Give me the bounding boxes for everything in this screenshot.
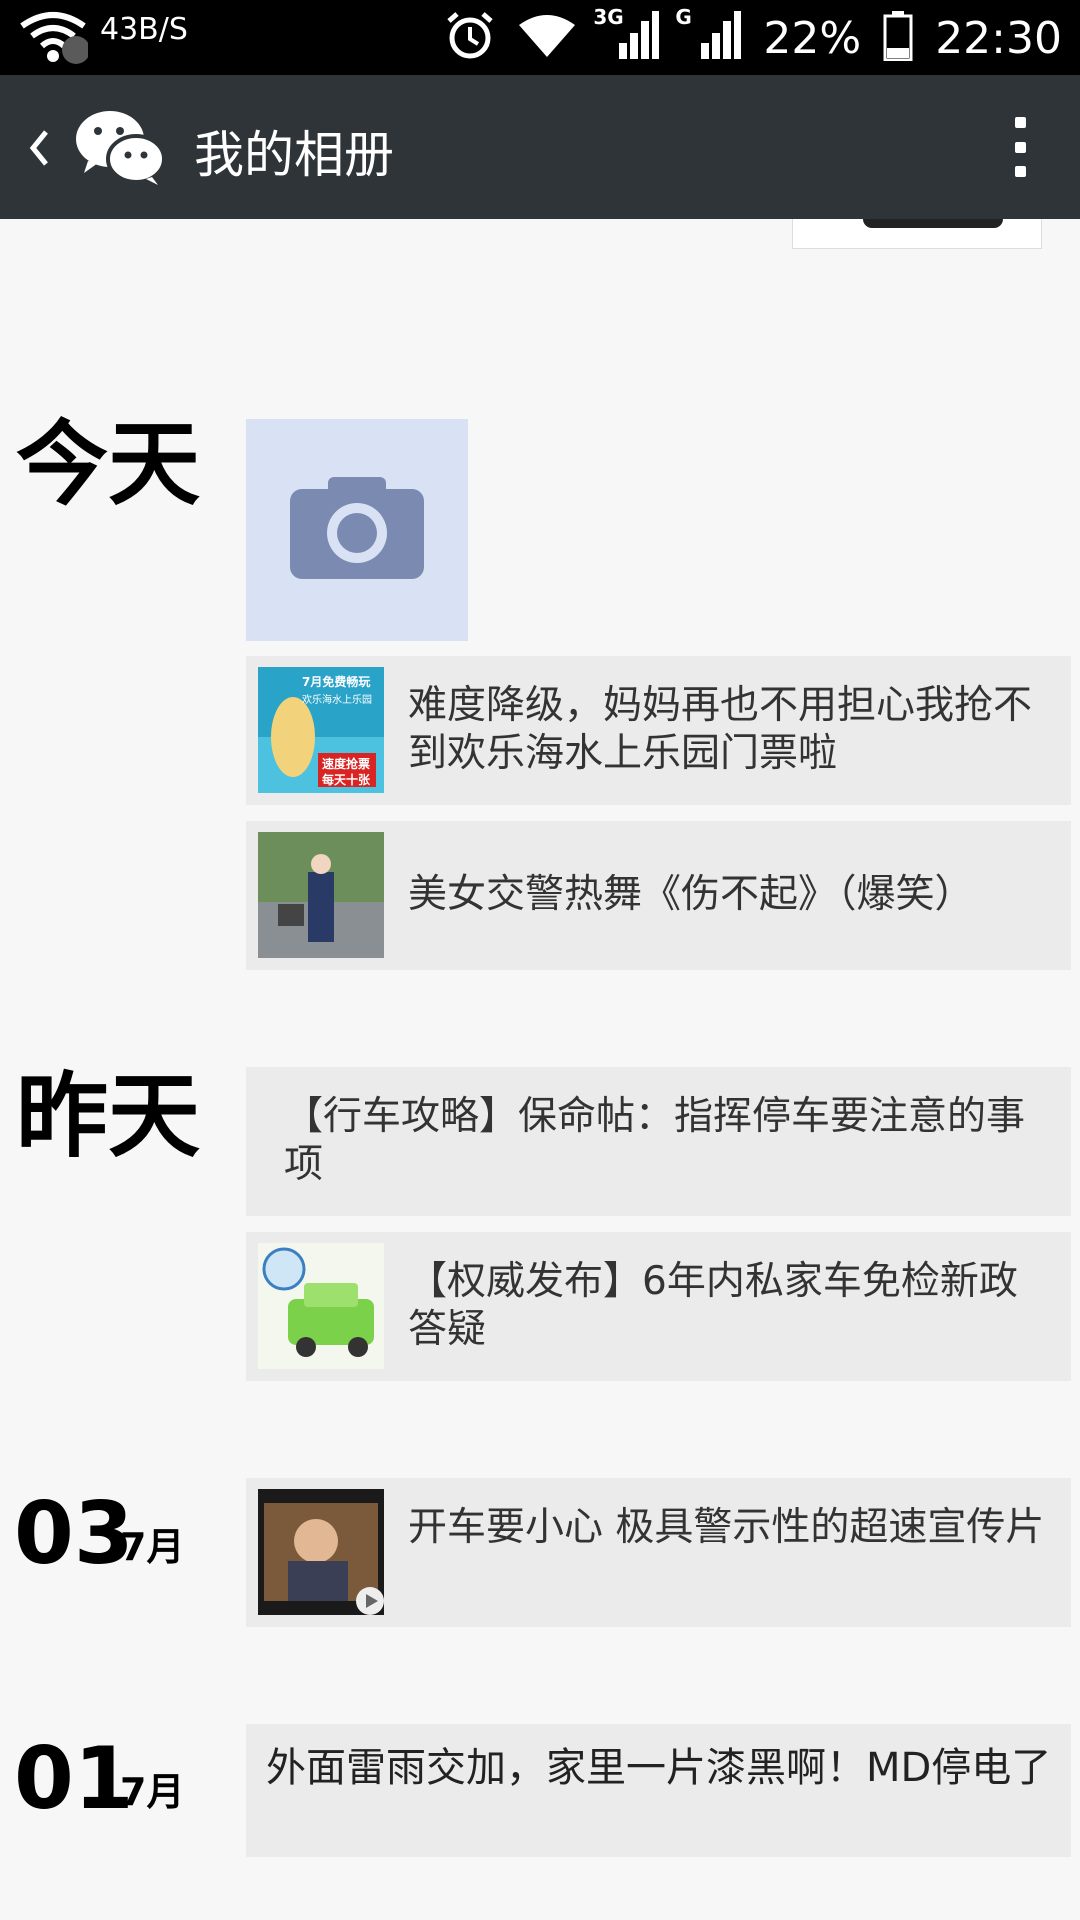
add-photo-button[interactable]	[246, 419, 468, 641]
video-thumbnail	[258, 1489, 384, 1615]
list-item[interactable]: 【权威发布】6年内私家车免检新政答疑	[246, 1232, 1071, 1381]
article-title: 【行车攻略】保命帖：指挥停车要注意的事项	[284, 1094, 1026, 1187]
app-bar: 我的相册	[0, 75, 1080, 219]
date-label-month: 7月	[120, 1770, 185, 1814]
article-thumbnail	[258, 1243, 384, 1369]
article-title: 开车要小心 极具警示性的超速宣传片	[408, 1505, 1045, 1550]
promo-line-4: 每天十张	[322, 773, 371, 787]
album-feed[interactable]: 今天 7月免费畅玩 欢乐海水上乐园 速度抢票 每天十张 难度降级，妈妈再也不用担…	[0, 219, 1080, 1920]
date-label-today: 今天	[16, 411, 201, 518]
article-title: 【权威发布】6年内私家车免检新政答疑	[408, 1259, 1018, 1352]
promo-line-2: 欢乐海水上乐园	[302, 695, 372, 706]
net-3g-label: 3G	[593, 5, 624, 29]
signal-icon-2: G	[675, 5, 742, 65]
net-speed: 43B/S	[100, 12, 188, 47]
back-icon[interactable]	[24, 113, 54, 183]
net-g-label: G	[675, 5, 692, 29]
alarm-icon	[445, 11, 495, 65]
article-thumbnail: 7月免费畅玩 欢乐海水上乐园 速度抢票 每天十张	[258, 667, 384, 793]
battery-icon	[883, 11, 913, 65]
status-text: 外面雷雨交加，家里一片漆黑啊！MD停电了	[266, 1745, 1052, 1791]
camera-icon	[290, 477, 424, 583]
wechat-logo-icon[interactable]	[74, 107, 166, 191]
battery-percent: 22%	[763, 12, 862, 64]
list-item[interactable]: 外面雷雨交加，家里一片漆黑啊！MD停电了	[246, 1724, 1071, 1857]
list-item[interactable]: 7月免费畅玩 欢乐海水上乐园 速度抢票 每天十张 难度降级，妈妈再也不用担心我抢…	[246, 656, 1071, 805]
page-title: 我的相册	[194, 126, 394, 184]
previous-photo-thumbnail[interactable]	[792, 219, 1042, 249]
wifi-icon	[18, 10, 90, 68]
signal-icon: 3G	[593, 5, 660, 65]
promo-line-3: 速度抢票	[322, 757, 371, 771]
clock-time: 22:30	[935, 12, 1062, 64]
date-label-day: 01	[14, 1729, 134, 1829]
date-label-day: 03	[14, 1484, 134, 1584]
list-item[interactable]: 开车要小心 极具警示性的超速宣传片	[246, 1478, 1071, 1627]
article-title: 美女交警热舞《伤不起》（爆笑）	[408, 872, 974, 917]
wifi-status-icon	[517, 13, 577, 63]
article-title: 难度降级，妈妈再也不用担心我抢不到欢乐海水上乐园门票啦	[408, 683, 1033, 776]
list-item[interactable]: 【行车攻略】保命帖：指挥停车要注意的事项	[246, 1067, 1071, 1216]
status-bar: 43B/S 3G G 22% 22:30	[0, 0, 1080, 75]
article-thumbnail	[258, 832, 384, 958]
promo-line-1: 7月免费畅玩	[302, 675, 371, 689]
more-icon[interactable]	[1010, 117, 1030, 177]
date-label-yesterday: 昨天	[16, 1063, 201, 1170]
date-label-month: 7月	[120, 1525, 185, 1569]
list-item[interactable]: 美女交警热舞《伤不起》（爆笑）	[246, 821, 1071, 970]
